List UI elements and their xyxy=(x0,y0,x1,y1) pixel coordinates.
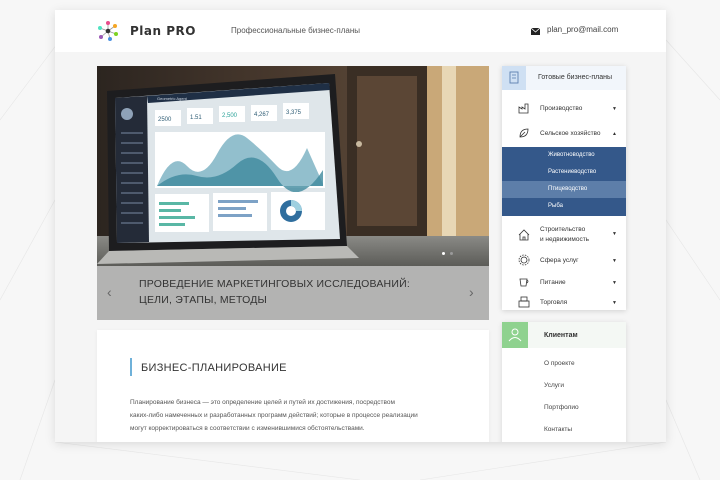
clients-link-portfolio[interactable]: Портфолио xyxy=(544,404,579,411)
menu-item-label: и недвижимость xyxy=(540,236,590,243)
factory-icon xyxy=(518,103,529,114)
title-accent-bar xyxy=(130,358,132,376)
gear-icon xyxy=(518,254,530,266)
slider-dot[interactable] xyxy=(450,252,453,255)
chevron-up-icon: ▲ xyxy=(612,131,617,137)
article-line: Планирование бизнеса — это определение ц… xyxy=(130,399,395,406)
metric-5: 3,375 xyxy=(286,110,302,116)
user-icon xyxy=(502,322,528,348)
menu-item-label: Производство xyxy=(540,105,583,112)
menu-item-construction[interactable]: Строительство и недвижимость ▼ xyxy=(502,220,626,248)
contact-email-link[interactable]: plan_pro@mail.com xyxy=(547,25,618,34)
menu-item-label: Строительство xyxy=(540,226,586,233)
register-icon xyxy=(518,296,530,308)
menu-item-trade[interactable]: Торговля ▼ xyxy=(502,292,626,312)
chevron-down-icon: ▼ xyxy=(612,258,617,264)
metric-2: 1.51 xyxy=(190,115,202,121)
article-text: Планирование бизнеса — это определение ц… xyxy=(130,396,470,435)
clients-menu: Клиентам О проекте Услуги Портфолио Конт… xyxy=(502,322,626,442)
hero-slider[interactable]: Geometric Agent 2500 1.51 2,500 4,267 3,… xyxy=(97,66,489,320)
menu-item-agriculture[interactable]: Сельское хозяйство ▲ xyxy=(502,122,626,146)
menu-item-label: Питание xyxy=(540,279,566,286)
submenu-item-fish[interactable]: Рыба xyxy=(502,198,626,215)
cup-icon xyxy=(519,278,529,287)
clients-link-services[interactable]: Услуги xyxy=(544,382,564,389)
submenu-item-label: Птицеводство xyxy=(548,186,588,192)
site-tagline: Профессиональные бизнес-планы xyxy=(231,26,361,35)
clients-title: Клиентам xyxy=(544,332,578,339)
house-icon xyxy=(518,229,530,241)
menu-header: Готовые бизнес-планы xyxy=(502,66,626,90)
envelope-icon xyxy=(531,28,540,35)
site-header: Plan PRO Профессиональные бизнес-планы p… xyxy=(55,10,666,52)
clients-link-about[interactable]: О проекте xyxy=(544,360,575,367)
chevron-down-icon: ▼ xyxy=(612,300,617,306)
menu-item-food[interactable]: Питание ▼ xyxy=(502,272,626,292)
submenu-item-label: Растениеводство xyxy=(548,169,597,175)
menu-item-label: Торговля xyxy=(540,299,568,306)
article-line: каких-либо намеченных и разработанных пр… xyxy=(130,412,418,419)
chevron-down-icon: ▼ xyxy=(612,280,617,286)
menu-item-production[interactable]: Производство ▼ xyxy=(502,96,626,120)
dashboard-brand: Geometric Agent xyxy=(157,96,188,101)
submenu-item-livestock[interactable]: Животноводство xyxy=(502,147,626,164)
article-card: БИЗНЕС-ПЛАНИРОВАНИЕ Планирование бизнеса… xyxy=(97,330,489,442)
submenu-item-poultry[interactable]: Птицеводство xyxy=(502,181,626,198)
chevron-down-icon: ▼ xyxy=(612,231,617,237)
clients-link-contacts[interactable]: Контакты xyxy=(544,426,572,433)
metric-4: 4,267 xyxy=(254,112,270,118)
menu-item-services[interactable]: Сфера услуг ▼ xyxy=(502,250,626,270)
menu-item-label: Сельское хозяйство xyxy=(540,130,601,137)
slide-caption-line1: ПРОВЕДЕНИЕ МАРКЕТИНГОВЫХ ИССЛЕДОВАНИЙ: xyxy=(139,278,410,290)
slider-next-arrow[interactable]: › xyxy=(469,284,474,300)
menu-header-label: Готовые бизнес-планы xyxy=(538,74,613,81)
menu-item-label: Сфера услуг xyxy=(540,257,579,264)
leaf-icon xyxy=(519,128,529,138)
metric-3: 2,500 xyxy=(222,113,238,119)
submenu-item-label: Животноводство xyxy=(548,152,595,158)
colorful-dots-logo-icon[interactable] xyxy=(97,20,119,42)
article-title: БИЗНЕС-ПЛАНИРОВАНИЕ xyxy=(141,362,287,374)
submenu-item-crop-farming[interactable]: Растениеводство xyxy=(502,164,626,181)
clients-header: Клиентам xyxy=(502,322,626,348)
business-plans-menu: Готовые бизнес-планы Производство ▼ Сель… xyxy=(502,66,626,310)
slider-prev-arrow[interactable]: ‹ xyxy=(107,284,112,300)
submenu-item-label: Рыба xyxy=(548,203,563,209)
slider-dot-active[interactable] xyxy=(442,252,445,255)
document-icon xyxy=(502,66,526,90)
agriculture-submenu: Животноводство Растениеводство Птицеводс… xyxy=(502,147,626,216)
website-page: Plan PRO Профессиональные бизнес-планы p… xyxy=(55,10,666,442)
slide-caption-line2: ЦЕЛИ, ЭТАПЫ, МЕТОДЫ xyxy=(139,294,268,306)
slide-image: Geometric Agent 2500 1.51 2,500 4,267 3,… xyxy=(97,66,489,266)
slide-caption: ‹ ПРОВЕДЕНИЕ МАРКЕТИНГОВЫХ ИССЛЕДОВАНИЙ:… xyxy=(97,266,489,320)
article-line: могут корректироваться в соответствии с … xyxy=(130,425,365,432)
metric-1: 2500 xyxy=(158,117,172,123)
chevron-down-icon: ▼ xyxy=(612,106,617,112)
logo-text[interactable]: Plan PRO xyxy=(130,24,196,38)
